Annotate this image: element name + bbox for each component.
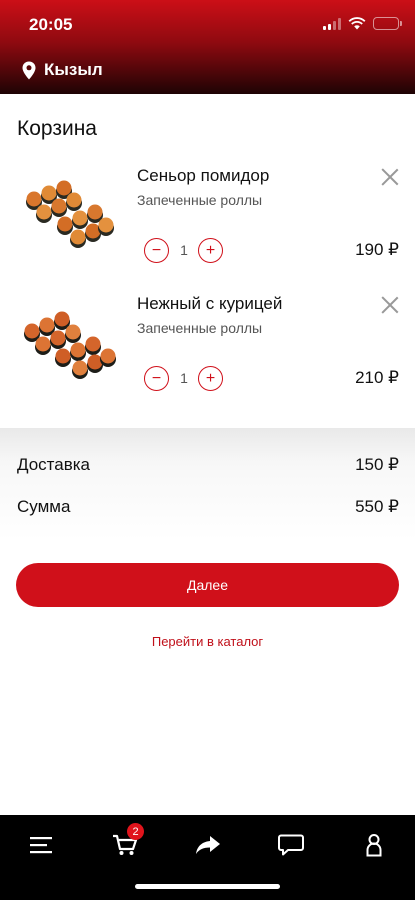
delivery-label: Доставка bbox=[17, 455, 91, 474]
item-price: 190 ₽ bbox=[355, 240, 399, 259]
cart-item: Нежный с курицей Запеченные роллы − 1 + … bbox=[0, 288, 415, 408]
page-title: Корзина bbox=[17, 117, 97, 140]
cart-badge: 2 bbox=[127, 823, 144, 840]
remove-item-button[interactable] bbox=[381, 296, 399, 314]
menu-icon bbox=[30, 837, 52, 854]
item-category: Запеченные роллы bbox=[137, 192, 263, 208]
item-name: Сеньор помидор bbox=[137, 166, 270, 185]
sum-value: 550 ₽ bbox=[355, 497, 399, 516]
share-icon bbox=[196, 836, 220, 854]
product-image bbox=[24, 311, 116, 379]
totals-section bbox=[0, 428, 415, 540]
go-to-catalog-link[interactable]: Перейти в каталог bbox=[0, 634, 415, 649]
next-button[interactable]: Далее bbox=[16, 563, 399, 607]
decrement-button[interactable]: − bbox=[144, 238, 169, 263]
quantity-value: 1 bbox=[180, 242, 188, 258]
city-name: Кызыл bbox=[44, 60, 103, 79]
decrement-button[interactable]: − bbox=[144, 366, 169, 391]
tab-profile[interactable] bbox=[354, 827, 394, 863]
status-time: 20:05 bbox=[29, 15, 73, 34]
location-pin-icon bbox=[22, 61, 36, 79]
sum-row: Сумма 550 ₽ bbox=[17, 497, 399, 517]
quantity-value: 1 bbox=[180, 370, 188, 386]
product-image bbox=[26, 180, 114, 248]
app-header: 20:05 Кызыл bbox=[0, 0, 415, 94]
status-bar: 20:05 bbox=[0, 0, 415, 50]
chat-icon bbox=[278, 834, 304, 856]
status-icons bbox=[323, 17, 402, 30]
wifi-icon bbox=[348, 17, 366, 30]
delivery-value: 150 ₽ bbox=[355, 455, 399, 474]
home-indicator bbox=[135, 884, 280, 889]
item-price: 210 ₽ bbox=[355, 368, 399, 387]
increment-button[interactable]: + bbox=[198, 366, 223, 391]
delivery-row: Доставка 150 ₽ bbox=[17, 455, 399, 475]
tab-cart[interactable]: 2 bbox=[105, 823, 145, 863]
tab-chat[interactable] bbox=[271, 827, 311, 863]
cart-item: Сеньор помидор Запеченные роллы − 1 + 19… bbox=[0, 160, 415, 280]
tab-share[interactable] bbox=[188, 827, 228, 863]
increment-button[interactable]: + bbox=[198, 238, 223, 263]
remove-item-button[interactable] bbox=[381, 168, 399, 186]
city-selector[interactable]: Кызыл bbox=[22, 60, 103, 80]
battery-icon bbox=[373, 17, 402, 30]
tab-menu[interactable] bbox=[21, 827, 61, 863]
sum-label: Сумма bbox=[17, 497, 71, 516]
profile-icon bbox=[366, 834, 382, 857]
cellular-signal-icon bbox=[323, 17, 341, 30]
item-name: Нежный с курицей bbox=[137, 294, 283, 313]
item-category: Запеченные роллы bbox=[137, 320, 263, 336]
